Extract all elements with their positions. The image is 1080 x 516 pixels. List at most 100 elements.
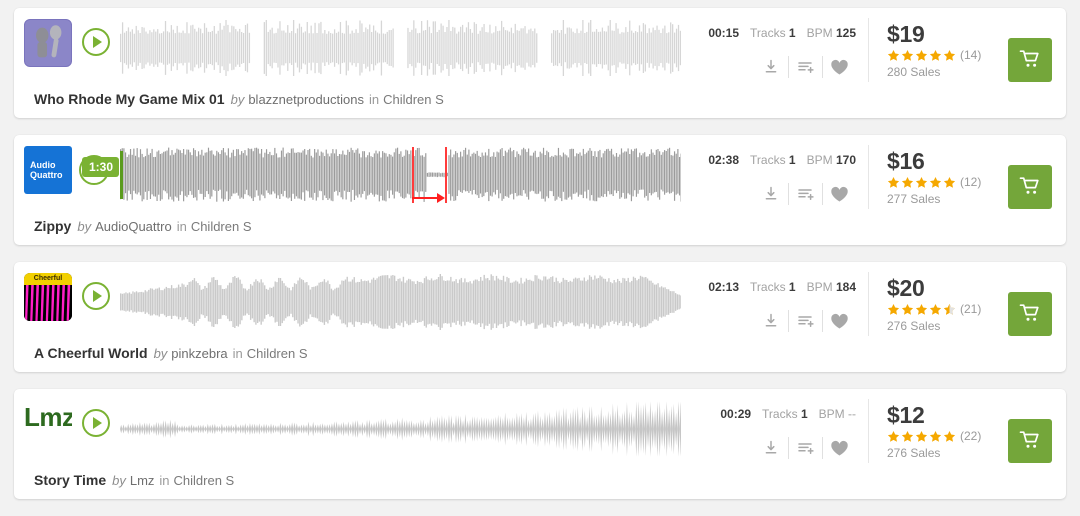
player-control[interactable]: 1:30 — [79, 155, 120, 185]
track-row-main: 00:15 Tracks 1 BPM 125 $19 (14) 280 Sale… — [14, 8, 1066, 82]
track-category[interactable]: Children S — [383, 92, 444, 107]
track-title[interactable]: Who Rhode My Game Mix 01 — [34, 91, 225, 107]
annotation-marker-start — [412, 147, 414, 203]
track-thumbnail[interactable]: Audio Quattro — [24, 146, 72, 194]
tracks-label: Tracks — [762, 407, 798, 421]
thumbnail-label: Cheerful — [24, 273, 72, 285]
in-label: in — [176, 218, 187, 234]
by-label: by — [153, 345, 168, 361]
track-category[interactable]: Children S — [247, 346, 308, 361]
heart-icon[interactable] — [822, 56, 856, 78]
track-thumbnail[interactable]: Lmz — [24, 400, 72, 448]
player-control[interactable] — [82, 282, 116, 312]
star-rating — [887, 303, 956, 316]
add-to-playlist-icon[interactable] — [788, 183, 822, 205]
heart-icon[interactable] — [822, 437, 856, 459]
download-icon[interactable] — [754, 56, 788, 78]
in-label: in — [368, 91, 380, 107]
bpm-value: 125 — [835, 26, 856, 40]
track-meta: 00:15 Tracks 1 BPM 125 — [681, 18, 856, 78]
track-title[interactable]: A Cheerful World — [34, 345, 148, 361]
rating-count: (12) — [960, 175, 982, 189]
track-author[interactable]: pinkzebra — [171, 346, 227, 361]
sales-count: 280 Sales — [887, 65, 941, 79]
waveform[interactable] — [120, 401, 681, 457]
track-title-row: Who Rhode My Game Mix 01 by blazznetprod… — [14, 82, 1066, 116]
tracks-label: Tracks — [750, 26, 786, 40]
by-label: by — [230, 91, 245, 107]
add-to-cart-button[interactable] — [1008, 165, 1052, 209]
track-author[interactable]: Lmz — [130, 473, 155, 488]
add-to-playlist-icon[interactable] — [788, 310, 822, 332]
track-category[interactable]: Children S — [174, 473, 235, 488]
track-title-row: Zippy by AudioQuattro in Children S — [14, 209, 1066, 243]
track-stats: 02:38 Tracks 1 BPM 170 — [681, 153, 856, 167]
track-author[interactable]: AudioQuattro — [95, 219, 172, 234]
track-thumbnail[interactable] — [24, 19, 72, 67]
track-category[interactable]: Children S — [191, 219, 252, 234]
heart-icon[interactable] — [822, 183, 856, 205]
download-icon[interactable] — [754, 310, 788, 332]
track-row[interactable]: Cheerful 02:13 Tracks 1 BPM 184 $20 (21)… — [14, 262, 1066, 372]
bpm-label: BPM — [806, 280, 833, 294]
sales-count: 276 Sales — [887, 446, 941, 460]
tracks-label: Tracks — [750, 153, 786, 167]
play-icon[interactable] — [82, 282, 110, 310]
rating: (12) — [887, 175, 1008, 189]
download-icon[interactable] — [754, 183, 788, 205]
thumbnail-label: Lmz — [24, 402, 72, 432]
in-label: in — [159, 472, 170, 488]
player-control[interactable] — [82, 28, 116, 58]
track-duration: 00:29 — [720, 407, 752, 421]
track-duration: 02:38 — [708, 153, 740, 167]
playhead-time: 1:30 — [82, 157, 120, 177]
add-to-playlist-icon[interactable] — [788, 56, 822, 78]
track-row[interactable]: Audio Quattro 1:30 02:38 Tracks 1 BPM 170 — [14, 135, 1066, 245]
track-title[interactable]: Story Time — [34, 472, 106, 488]
rating: (21) — [887, 302, 1008, 316]
track-duration: 00:15 — [708, 26, 740, 40]
play-icon[interactable] — [82, 28, 110, 56]
waveform[interactable] — [120, 20, 681, 76]
waveform[interactable] — [120, 274, 681, 330]
track-title[interactable]: Zippy — [34, 218, 71, 234]
track-actions — [681, 183, 856, 205]
track-row-main: Cheerful 02:13 Tracks 1 BPM 184 $20 (21)… — [14, 262, 1066, 336]
track-author[interactable]: blazznetproductions — [248, 92, 364, 107]
cart-icon — [1019, 176, 1041, 199]
track-meta: 02:13 Tracks 1 BPM 184 — [681, 272, 856, 332]
track-title-row: Story Time by Lmz in Children S — [14, 463, 1066, 497]
sales-count: 277 Sales — [887, 192, 941, 206]
add-to-cart-button[interactable] — [1008, 419, 1052, 463]
star-rating — [887, 430, 956, 443]
price: $20 — [887, 275, 925, 301]
bpm-value: 170 — [835, 153, 856, 167]
track-row[interactable]: 00:15 Tracks 1 BPM 125 $19 (14) 280 Sale… — [14, 8, 1066, 118]
waveform[interactable] — [120, 147, 681, 203]
purchase-block: $16 (12) 277 Sales — [868, 145, 1054, 209]
tracks-value: 1 — [800, 407, 808, 421]
tracks-value: 1 — [788, 26, 796, 40]
star-rating — [887, 49, 956, 62]
rating-count: (21) — [960, 302, 982, 316]
bpm-label: BPM — [818, 407, 845, 421]
cart-icon — [1019, 303, 1041, 326]
track-row-main: Audio Quattro 1:30 02:38 Tracks 1 BPM 170 — [14, 135, 1066, 209]
add-to-playlist-icon[interactable] — [788, 437, 822, 459]
thumbnail-label: Audio Quattro — [30, 160, 63, 180]
tracks-label: Tracks — [750, 280, 786, 294]
track-duration: 02:13 — [708, 280, 740, 294]
playhead-cursor[interactable] — [120, 151, 123, 199]
play-icon[interactable] — [82, 409, 110, 437]
track-row[interactable]: Lmz 00:29 Tracks 1 BPM -- $12 (22) 276 S… — [14, 389, 1066, 499]
player-control[interactable] — [82, 409, 116, 439]
download-icon[interactable] — [754, 437, 788, 459]
heart-icon[interactable] — [822, 310, 856, 332]
annotation-marker-end — [445, 147, 447, 203]
add-to-cart-button[interactable] — [1008, 292, 1052, 336]
price: $12 — [887, 402, 925, 428]
track-thumbnail[interactable]: Cheerful — [24, 273, 72, 321]
cart-icon — [1019, 49, 1041, 72]
track-list: 00:15 Tracks 1 BPM 125 $19 (14) 280 Sale… — [0, 0, 1080, 516]
add-to-cart-button[interactable] — [1008, 38, 1052, 82]
